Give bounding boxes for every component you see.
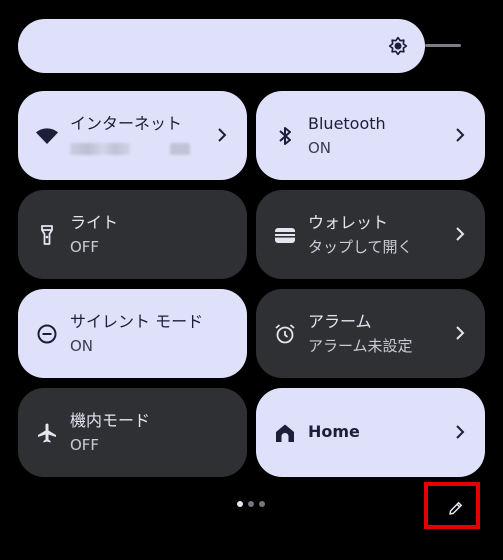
tile-internet[interactable]: インターネット bbox=[18, 91, 247, 180]
brightness-slider[interactable] bbox=[18, 19, 425, 73]
edit-button[interactable] bbox=[424, 482, 480, 529]
pencil-icon bbox=[449, 502, 462, 515]
tile-home[interactable]: Home bbox=[256, 388, 485, 477]
tile-alarm[interactable]: アラーム アラーム未設定 bbox=[256, 289, 485, 378]
bluetooth-icon bbox=[279, 127, 291, 145]
tile-bluetooth-subtitle: ON bbox=[308, 139, 332, 157]
tile-flashlight-subtitle: OFF bbox=[70, 238, 100, 256]
tile-flashlight-title: ライト bbox=[70, 213, 119, 232]
tile-airplane-mode[interactable]: 機内モード OFF bbox=[18, 388, 247, 477]
wifi-icon bbox=[36, 128, 58, 144]
tile-wallet-title: ウォレット bbox=[308, 213, 389, 232]
tile-internet-subtitle bbox=[70, 137, 213, 161]
flashlight-icon bbox=[41, 225, 53, 245]
brightness-icon bbox=[388, 36, 408, 56]
chevron-right-icon bbox=[456, 326, 465, 340]
chevron-right-icon bbox=[218, 128, 227, 142]
home-icon bbox=[276, 424, 294, 442]
page-dot-2 bbox=[248, 501, 254, 507]
tile-do-not-disturb-subtitle: ON bbox=[70, 337, 94, 355]
airplane-icon bbox=[38, 423, 56, 443]
tile-flashlight[interactable]: ライト OFF bbox=[18, 190, 247, 279]
chevron-right-icon bbox=[456, 227, 465, 241]
tile-wallet-subtitle: タップして開く bbox=[308, 238, 413, 256]
tile-bluetooth-title: Bluetooth bbox=[308, 114, 386, 133]
chevron-right-icon bbox=[456, 425, 465, 439]
tile-do-not-disturb-title: サイレント モード bbox=[70, 312, 204, 331]
tile-alarm-subtitle: アラーム未設定 bbox=[308, 337, 413, 355]
tile-alarm-title: アラーム bbox=[308, 312, 372, 331]
do-not-disturb-icon bbox=[37, 324, 57, 344]
tile-wallet[interactable]: ウォレット タップして開く bbox=[256, 190, 485, 279]
tile-bluetooth[interactable]: Bluetooth ON bbox=[256, 91, 485, 180]
alarm-icon bbox=[275, 324, 295, 344]
tile-do-not-disturb[interactable]: サイレント モード ON bbox=[18, 289, 247, 378]
chevron-right-icon bbox=[456, 128, 465, 142]
page-dot-1 bbox=[237, 501, 243, 507]
tile-airplane-mode-subtitle: OFF bbox=[70, 436, 100, 454]
page-dot-3 bbox=[259, 501, 265, 507]
network-name-redacted bbox=[70, 143, 130, 155]
wallet-icon bbox=[275, 228, 295, 243]
tile-internet-title: インターネット bbox=[70, 114, 183, 133]
tile-home-title: Home bbox=[308, 422, 360, 441]
tile-airplane-mode-title: 機内モード bbox=[70, 411, 151, 430]
brightness-track[interactable] bbox=[425, 44, 461, 47]
